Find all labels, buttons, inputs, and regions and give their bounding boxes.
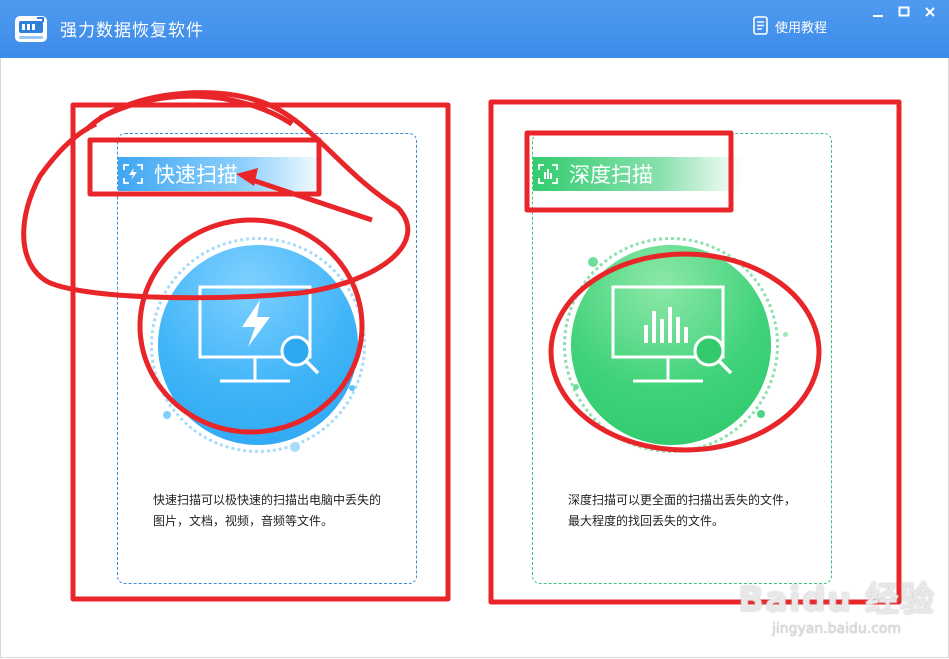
decor-dot bbox=[757, 410, 765, 418]
quick-scan-card[interactable]: 快速扫描 快速扫描可以极快速的扫描出电脑中丢失的图片，文档，视频，音频等文件。 bbox=[117, 133, 417, 584]
scan-frame-lightning-icon bbox=[123, 164, 143, 184]
tutorial-label: 使用教程 bbox=[775, 20, 828, 36]
monitor-bars-search-icon bbox=[611, 285, 733, 383]
deep-scan-description: 深度扫描可以更全面的扫描出丢失的文件，最大程度的找回丢失的文件。 bbox=[568, 493, 797, 528]
minimize-button[interactable] bbox=[865, 2, 891, 22]
tutorial-link[interactable]: 使用教程 bbox=[752, 15, 827, 37]
maximize-button[interactable] bbox=[891, 2, 917, 22]
close-button[interactable] bbox=[917, 2, 943, 22]
quick-scan-illustration bbox=[158, 245, 358, 445]
title-bar: 强力数据恢复软件 使用教程 bbox=[0, 0, 949, 58]
monitor-lightning-search-icon bbox=[198, 285, 320, 383]
window-controls bbox=[865, 2, 943, 22]
decor-dot bbox=[349, 385, 355, 391]
decor-dot bbox=[573, 384, 579, 390]
watermark-main: Baidu 经验 bbox=[738, 580, 935, 620]
quick-scan-title: 快速扫描 bbox=[118, 157, 328, 191]
close-icon bbox=[925, 7, 935, 17]
document-icon bbox=[753, 16, 768, 35]
app-logo-icon bbox=[12, 12, 50, 46]
deep-scan-card[interactable]: 深度扫描 深度扫描可以更全面的扫描出丢失的文件，最大程度的找回丢失的文件。 bbox=[532, 133, 832, 584]
decor-dot bbox=[163, 411, 171, 419]
deep-scan-illustration bbox=[571, 245, 771, 445]
deep-scan-title: 深度扫描 bbox=[533, 157, 743, 191]
maximize-icon bbox=[898, 6, 910, 17]
decor-dot bbox=[290, 442, 300, 452]
decor-dot bbox=[588, 257, 598, 267]
minimize-icon bbox=[873, 15, 883, 17]
watermark: Baidu 经验 jingyan.baidu.com bbox=[738, 572, 935, 637]
deep-scan-label: 深度扫描 bbox=[569, 163, 653, 187]
quick-scan-description: 快速扫描可以极快速的扫描出电脑中丢失的图片，文档，视频，音频等文件。 bbox=[153, 493, 382, 528]
scan-frame-bars-icon bbox=[538, 164, 558, 184]
quick-scan-label: 快速扫描 bbox=[154, 163, 238, 187]
watermark-sub: jingyan.baidu.com bbox=[771, 621, 902, 637]
decor-dot bbox=[783, 332, 788, 337]
app-title: 强力数据恢复软件 bbox=[60, 21, 204, 41]
